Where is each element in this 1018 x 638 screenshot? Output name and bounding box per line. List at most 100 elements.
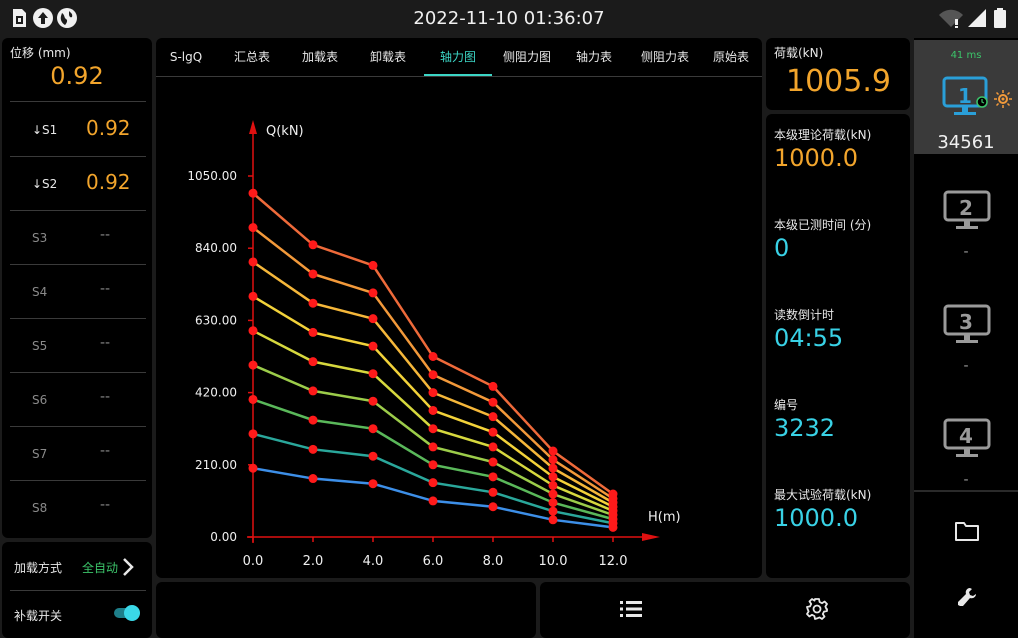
series-line-4 — [252, 363, 614, 517]
data-point — [608, 489, 618, 499]
monitor-value: - — [963, 358, 969, 374]
data-point — [548, 446, 558, 456]
y-axis-arrow — [249, 120, 257, 134]
sensor-row-s7[interactable]: S7 -- — [10, 426, 146, 481]
data-point — [368, 424, 378, 434]
battery-icon — [994, 8, 1006, 28]
countdown-value: 04:55 — [774, 324, 844, 352]
data-point — [488, 472, 498, 482]
monitor-1-button[interactable]: 41 ms 1 34561 — [914, 40, 1018, 154]
supplement-toggle[interactable] — [112, 605, 140, 621]
sensor-value: -- — [100, 227, 111, 243]
data-point — [548, 455, 558, 465]
tab-axial-force-chart[interactable]: 轴力图 — [424, 38, 492, 76]
tab-summary[interactable]: 汇总表 — [222, 38, 282, 76]
data-point — [308, 474, 318, 484]
folder-icon[interactable] — [954, 520, 980, 542]
tab-raw-table[interactable]: 原始表 — [700, 38, 762, 76]
monitor-value: 34561 — [937, 132, 995, 153]
data-point — [488, 457, 498, 467]
series-line-8 — [252, 226, 614, 500]
load-value: 1005.9 — [786, 64, 891, 99]
wrench-icon[interactable] — [956, 586, 978, 608]
monitor-number: 2 — [959, 196, 973, 220]
x-tick-label: 0.0 — [243, 554, 264, 569]
sensor-row-s6[interactable]: S6 -- — [10, 372, 146, 427]
theory-load-value: 1000.0 — [774, 144, 858, 172]
data-point — [248, 360, 258, 370]
tab-loading-table[interactable]: 加载表 — [290, 38, 350, 76]
list-icon[interactable] — [620, 600, 642, 618]
axial-force-chart: Q(kN) H(m) 0.00 210.00 420.00 630.00 840.00 105… — [187, 120, 681, 569]
load-mode-label: 加载方式 — [14, 561, 63, 575]
monitor-number: 1 — [958, 84, 972, 108]
tab-bar: S-lgQ 汇总表 加载表 卸载表 轴力图 侧阻力图 轴力表 侧阻力表 原始表 — [156, 38, 762, 76]
tab-s-lgq[interactable]: S-lgQ — [158, 38, 214, 76]
data-point — [308, 240, 318, 250]
monitor-2-button[interactable]: 2 - — [914, 178, 1018, 278]
data-point — [308, 357, 318, 367]
monitor-latency: 41 ms — [950, 50, 982, 61]
data-point — [428, 352, 438, 361]
sensor-row-s3[interactable]: S3 -- — [10, 210, 146, 265]
data-point — [548, 472, 558, 482]
monitor-number: 4 — [959, 424, 973, 448]
max-load-label: 最大试验荷载(kN) — [774, 488, 872, 502]
data-point — [368, 341, 378, 351]
displacement-value: 0.92 — [50, 62, 104, 90]
sensor-row-s5[interactable]: S5 -- — [10, 318, 146, 373]
tab-unloading-table[interactable]: 卸载表 — [358, 38, 418, 76]
data-point — [428, 370, 438, 380]
data-point — [368, 288, 378, 298]
data-point — [308, 415, 318, 425]
data-point — [428, 496, 438, 506]
data-point — [428, 405, 438, 415]
sensor-row-s4[interactable]: S4 -- — [10, 264, 146, 319]
sensor-label: S5 — [32, 339, 48, 353]
sensor-label: ↓S2 — [32, 177, 58, 191]
tab-axial-force-table[interactable]: 轴力表 — [564, 38, 624, 76]
data-point — [548, 463, 558, 473]
data-point — [488, 442, 498, 452]
displacement-panel: 位移 (mm) 0.92 ↓S1 0.92 ↓S2 0.92 S3 -- S4 … — [2, 38, 152, 538]
data-point — [308, 386, 318, 396]
monitor-3-button[interactable]: 3 - — [914, 292, 1018, 392]
wifi-off-icon — [939, 9, 963, 28]
countdown-label: 读数倒计时 — [774, 308, 835, 322]
monitor-number: 3 — [959, 310, 973, 334]
data-point — [248, 257, 258, 267]
sensor-label: S6 — [32, 393, 48, 407]
tab-side-resistance-table[interactable]: 侧阻力表 — [632, 38, 698, 76]
x-axis-label: H(m) — [648, 510, 681, 525]
tab-side-resistance-chart[interactable]: 侧阻力图 — [496, 38, 558, 76]
x-tick-label: 2.0 — [303, 554, 324, 569]
sensor-value: -- — [100, 389, 111, 405]
load-label: 荷载(kN) — [774, 46, 824, 60]
sensor-row-s2[interactable]: ↓S2 0.92 — [10, 156, 146, 211]
sensor-value: 0.92 — [86, 170, 131, 194]
data-point — [488, 427, 498, 437]
sensor-row-s8[interactable]: S8 -- — [10, 480, 146, 534]
data-point — [368, 451, 378, 461]
data-point — [248, 429, 258, 439]
y-tick-label: 420.00 — [195, 386, 237, 400]
data-point — [548, 515, 558, 525]
sensor-row-s1[interactable]: ↓S1 0.92 — [10, 102, 146, 157]
sensor-value: -- — [100, 335, 111, 351]
sensor-label: S7 — [32, 447, 48, 461]
load-mode-value: 全自动 — [82, 561, 119, 575]
data-point — [308, 298, 318, 308]
gear-icon[interactable] — [806, 598, 828, 620]
status-datetime: 2022-11-10 01:36:07 — [413, 8, 605, 29]
sensor-label: S8 — [32, 501, 48, 515]
number-label: 编号 — [774, 398, 799, 412]
monitor-value: - — [963, 244, 969, 260]
data-point — [428, 460, 438, 470]
data-point — [548, 498, 558, 508]
load-mode-selector[interactable]: 全自动 — [82, 552, 146, 582]
data-point — [548, 480, 558, 490]
sensor-value: -- — [100, 281, 111, 297]
max-load-value: 1000.0 — [774, 504, 858, 532]
y-tick-label: 630.00 — [195, 313, 237, 327]
measured-time-label: 本级已测时间 (分) — [774, 218, 872, 232]
